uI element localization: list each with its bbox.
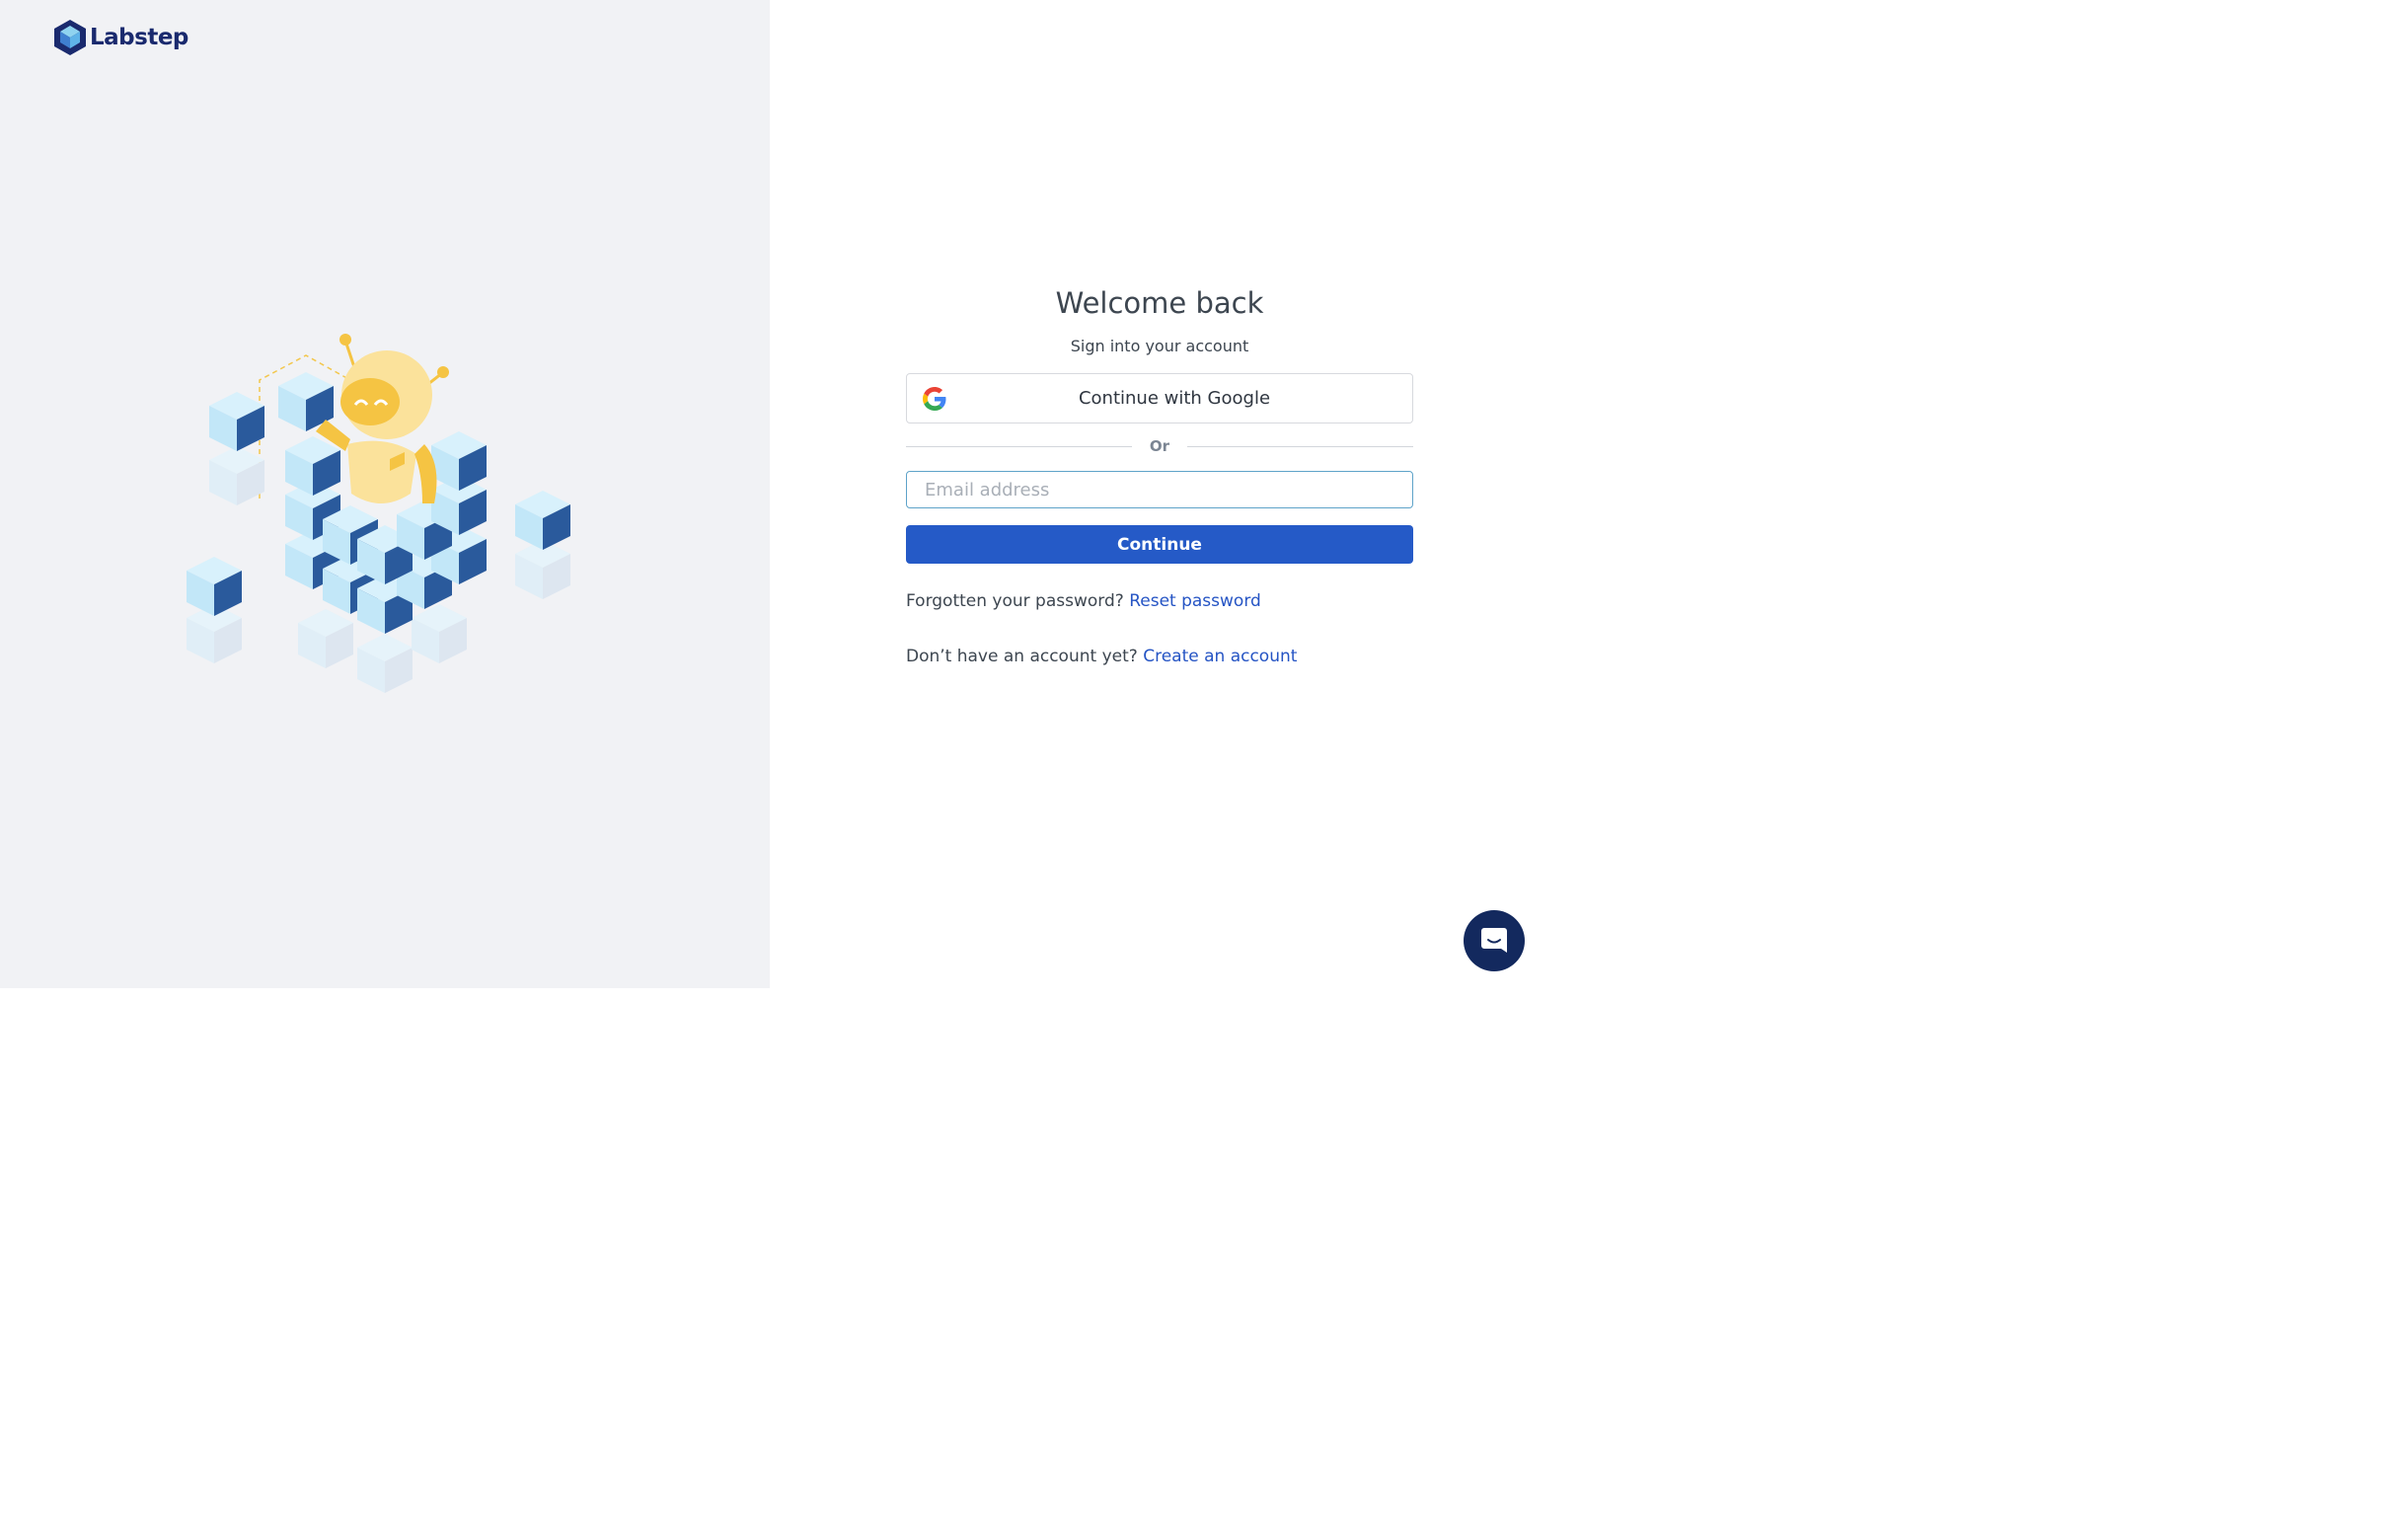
create-account-line: Don’t have an account yet? Create an acc… <box>906 647 1413 666</box>
continue-with-google-button[interactable]: Continue with Google <box>906 373 1413 423</box>
labstep-logo[interactable]: Labstep <box>52 18 188 57</box>
labstep-cube-logo-icon <box>54 20 86 55</box>
page-subtitle: Sign into your account <box>1070 337 1249 355</box>
forgot-password-prompt: Forgotten your password? <box>906 591 1124 611</box>
login-form: Welcome back Sign into your account Cont… <box>906 281 1413 666</box>
google-g-icon <box>923 387 946 411</box>
or-divider: Or <box>906 437 1413 455</box>
page-title: Welcome back <box>1055 286 1264 320</box>
forgot-password-line: Forgotten your password? Reset password <box>906 591 1413 611</box>
divider-text: Or <box>1149 437 1170 455</box>
divider-line-left <box>906 445 1132 447</box>
right-panel: Welcome back Sign into your account Cont… <box>770 0 1547 988</box>
google-button-label: Continue with Google <box>1078 388 1271 409</box>
robot-cubes-illustration <box>187 334 570 693</box>
email-input[interactable] <box>906 471 1413 508</box>
chat-launcher-button[interactable] <box>1464 910 1525 971</box>
continue-button[interactable]: Continue <box>906 525 1413 564</box>
create-account-link[interactable]: Create an account <box>1143 647 1297 666</box>
reset-password-link[interactable]: Reset password <box>1129 591 1261 611</box>
divider-line-right <box>1187 445 1413 447</box>
no-account-prompt: Don’t have an account yet? <box>906 647 1138 666</box>
brand-name: Labstep <box>90 25 188 50</box>
chat-bubble-icon <box>1481 928 1507 953</box>
left-panel: Labstep <box>0 0 770 988</box>
